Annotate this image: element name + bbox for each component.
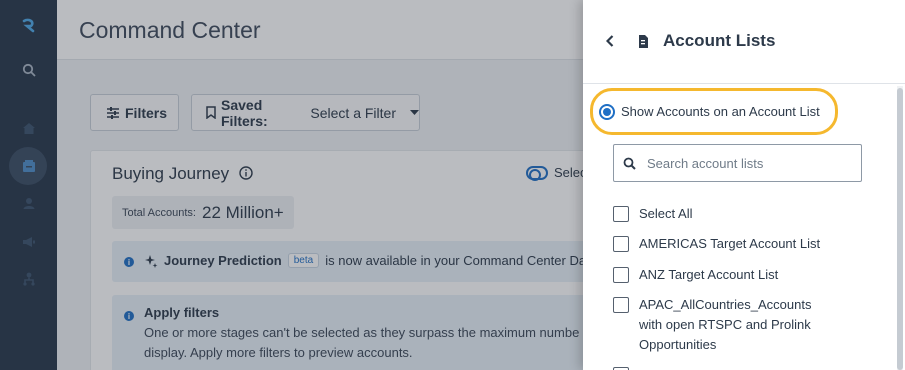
document-icon (636, 33, 650, 49)
chevron-left-icon[interactable] (603, 33, 617, 49)
list-item-select-all[interactable]: Select All (613, 204, 863, 234)
panel-scrollbar[interactable] (897, 86, 903, 370)
checkbox[interactable] (613, 297, 629, 313)
scrollbar-thumb[interactable] (897, 88, 903, 370)
search-icon (623, 157, 636, 170)
checkbox[interactable] (613, 236, 629, 252)
account-list-options: Select All AMERICAS Target Account List … (613, 204, 863, 370)
search-input[interactable] (647, 155, 847, 171)
list-item-label: APAC_AllCountries_Accounts with open RTS… (639, 297, 812, 352)
panel-header: Account Lists (583, 0, 905, 84)
panel-title: Account Lists (663, 31, 776, 50)
list-item-label: ANZ Target Account List (639, 267, 779, 282)
list-item-partial[interactable] (613, 365, 863, 370)
radio-button[interactable] (599, 103, 615, 120)
account-lists-panel: Account Lists Show Accounts on an Accoun… (583, 0, 905, 370)
list-item[interactable]: ANZ Target Account List (613, 265, 863, 295)
modal-overlay[interactable] (0, 0, 583, 370)
account-list-search[interactable] (613, 144, 862, 182)
checkbox[interactable] (613, 206, 629, 222)
list-item[interactable]: AMERICAS Target Account List (613, 234, 863, 265)
list-item[interactable]: APAC_AllCountries_Accounts with open RTS… (613, 295, 863, 365)
list-item-label: AMERICAS Target Account List (639, 236, 821, 251)
show-accounts-radio-option[interactable]: Show Accounts on an Account List (590, 88, 838, 135)
radio-label: Show Accounts on an Account List (621, 104, 820, 119)
checkbox[interactable] (613, 267, 629, 283)
list-item-label: Select All (639, 206, 693, 221)
